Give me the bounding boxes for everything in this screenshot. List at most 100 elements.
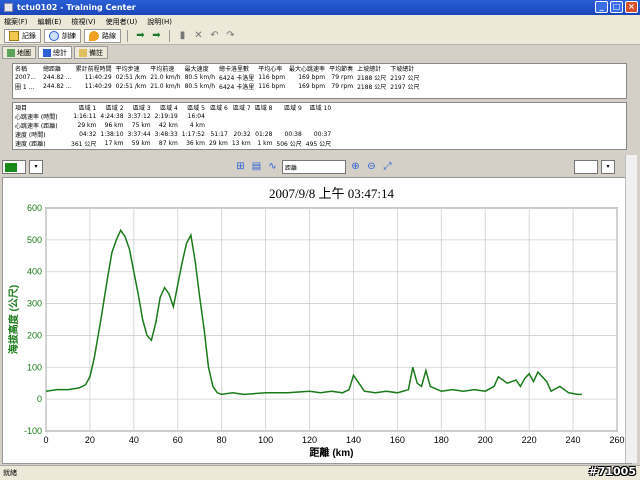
summary-header[interactable]: 平均前速 xyxy=(148,64,182,73)
pin-icon xyxy=(89,31,99,41)
close-x-icon[interactable]: ✕ xyxy=(192,30,205,42)
summary-cell: 80.5 km/h xyxy=(184,74,216,81)
train-button[interactable]: 訓練 xyxy=(44,29,81,43)
right-color-picker[interactable] xyxy=(574,160,598,174)
x-tick-label: 260 xyxy=(609,435,624,445)
summary-header[interactable]: 平均節奏 xyxy=(327,64,355,73)
route-button[interactable]: 路線 xyxy=(84,29,121,43)
zones-header[interactable]: 區域 2 xyxy=(98,103,125,112)
summary-header[interactable]: 平均步速 xyxy=(114,64,149,73)
zones-header[interactable]: 項目 xyxy=(13,103,69,112)
zones-cell: 36 km xyxy=(186,140,205,147)
y-tick-label: 300 xyxy=(27,299,42,309)
zones-header[interactable]: 區域 1 xyxy=(69,103,98,112)
zones-header[interactable]: 區域 8 xyxy=(253,103,275,112)
table-row[interactable]: 2007... 244.82 ... 11:40:29 02:51 /km 21… xyxy=(13,73,421,82)
redo-icon[interactable]: ↷ xyxy=(224,30,237,42)
minimize-button[interactable]: _ xyxy=(595,1,608,13)
toolbar-separator xyxy=(169,30,170,42)
vertical-scrollbar[interactable] xyxy=(625,155,637,463)
x-tick-label: 240 xyxy=(566,435,581,445)
chart-title: 2007/9/8 上午 03:47:14 xyxy=(269,186,394,201)
summary-cell: 244.82 ... xyxy=(43,83,72,90)
left-axis-dropdown[interactable]: ▾ xyxy=(29,160,43,174)
fill-icon[interactable]: ▤ xyxy=(250,161,263,173)
send-to-device-icon[interactable]: ➡ xyxy=(134,30,147,42)
summary-header[interactable]: 名稱 xyxy=(13,64,41,73)
maximize-button[interactable]: □ xyxy=(610,1,623,13)
zones-header[interactable]: 區域 6 xyxy=(207,103,230,112)
menu-help[interactable]: 說明(H) xyxy=(147,17,172,27)
menu-edit[interactable]: 編輯(E) xyxy=(38,17,62,27)
zones-header[interactable]: 區域 3 xyxy=(126,103,153,112)
delete-icon[interactable]: ▮ xyxy=(176,30,189,42)
zoom-in-icon[interactable]: ⊕ xyxy=(349,161,362,173)
table-row[interactable]: 心跳速率 (時間) 1:16:11 4:24:38 3:37:12 2:19:1… xyxy=(13,112,333,121)
zoom-out-icon[interactable]: ⊖ xyxy=(365,161,378,173)
summary-cell: 21.0 km/h xyxy=(150,83,181,90)
summary-table: 名稱 總距離 累計前程時間 平均步速 平均前速 最大速度 總卡洛里數 平均心率 … xyxy=(13,64,421,91)
zones-header[interactable]: 區域 9 xyxy=(274,103,303,112)
table-row[interactable]: 速度 (時間) 04:32 1:38:10 3:37:44 3:48:33 1:… xyxy=(13,130,333,139)
table-row[interactable]: 速度 (距離) 361 公尺 17 km 59 km 87 km 36 km 2… xyxy=(13,139,333,148)
zones-cell: 00:37 xyxy=(313,131,332,138)
zones-cell: 20:32 xyxy=(233,131,251,138)
toolbar-separator xyxy=(127,30,128,42)
zones-header[interactable]: 區域 7 xyxy=(230,103,253,112)
smooth-icon[interactable]: ∿ xyxy=(266,161,279,173)
zones-header[interactable]: 區域 5 xyxy=(180,103,207,112)
summary-header[interactable]: 下坡總計 xyxy=(388,64,421,73)
tab-map[interactable]: 地圖 xyxy=(2,46,36,59)
menu-user[interactable]: 使用者(U) xyxy=(106,17,138,27)
y-tick-label: 600 xyxy=(27,203,42,213)
tab-summary[interactable]: 總計 xyxy=(38,46,72,59)
zones-header-row: 項目 區域 1 區域 2 區域 3 區域 4 區域 5 區域 6 區域 7 區域… xyxy=(13,103,333,112)
menu-file[interactable]: 檔案(F) xyxy=(4,17,28,27)
zones-cell: 16:04 xyxy=(187,113,205,120)
zones-cell: 3:48:33 xyxy=(154,131,178,138)
zones-cell: 42 km xyxy=(158,122,178,129)
summary-header[interactable]: 最大速度 xyxy=(183,64,217,73)
undo-icon[interactable]: ↶ xyxy=(208,30,221,42)
zones-header[interactable]: 區域 4 xyxy=(153,103,180,112)
summary-header[interactable]: 累計前程時間 xyxy=(74,64,114,73)
close-button[interactable]: × xyxy=(625,1,638,13)
line-color-picker[interactable] xyxy=(2,160,26,174)
summary-cell: 02:51 /km xyxy=(115,83,147,90)
x-tick-label: 80 xyxy=(217,435,227,445)
summary-cell: 244.82 ... xyxy=(43,74,72,81)
summary-header[interactable]: 總距離 xyxy=(41,64,74,73)
fit-icon[interactable]: ⤢ xyxy=(381,161,394,173)
zones-header[interactable]: 區域 10 xyxy=(304,103,333,112)
summary-cell: 2188 公尺 xyxy=(357,75,387,82)
table-row[interactable]: 圈 1 ... 244.82 ... 11:40:29 02:51 /km 21… xyxy=(13,82,421,91)
tab-notes[interactable]: 備註 xyxy=(74,46,108,59)
menu-bar: 檔案(F) 編輯(E) 檢視(V) 使用者(U) 說明(H) xyxy=(0,15,640,28)
zones-cell xyxy=(274,121,303,130)
zones-cell: 59 km xyxy=(131,140,151,147)
summary-header[interactable]: 最大心跳速率 xyxy=(287,64,327,73)
receive-from-device-icon[interactable]: ➡ xyxy=(150,30,163,42)
summary-header[interactable]: 平均心率 xyxy=(256,64,287,73)
summary-header[interactable]: 總卡洛里數 xyxy=(217,64,256,73)
right-axis-dropdown[interactable]: ▾ xyxy=(601,160,615,174)
summary-header[interactable]: 上坡總計 xyxy=(355,64,388,73)
grid-icon[interactable]: ⊞ xyxy=(234,161,247,173)
zones-cell: 87 km xyxy=(158,140,178,147)
y-tick-label: 100 xyxy=(27,362,42,372)
y-tick-label: -100 xyxy=(24,426,42,436)
summary-cell: 80.5 km/h xyxy=(184,83,216,90)
x-axis-mode-select[interactable]: 距離 xyxy=(282,160,346,174)
zones-cell: 1:17:52 xyxy=(181,131,205,138)
y-tick-label: 500 xyxy=(27,235,42,245)
zones-cell: 速度 (時間) xyxy=(15,132,46,139)
menu-view[interactable]: 檢視(V) xyxy=(71,17,95,27)
x-tick-label: 180 xyxy=(434,435,449,445)
table-row[interactable]: 心跳速率 (距離) 29 km 96 km 75 km 42 km 4 km xyxy=(13,121,333,130)
record-button[interactable]: 記錄 xyxy=(4,29,41,43)
x-tick-label: 40 xyxy=(129,435,139,445)
zones-cell xyxy=(207,121,230,130)
summary-cell: 21.0 km/h xyxy=(150,74,181,81)
zones-cell: 心跳速率 (距離) xyxy=(15,123,58,130)
summary-panel: 名稱 總距離 累計前程時間 平均步速 平均前速 最大速度 總卡洛里數 平均心率 … xyxy=(12,63,627,99)
